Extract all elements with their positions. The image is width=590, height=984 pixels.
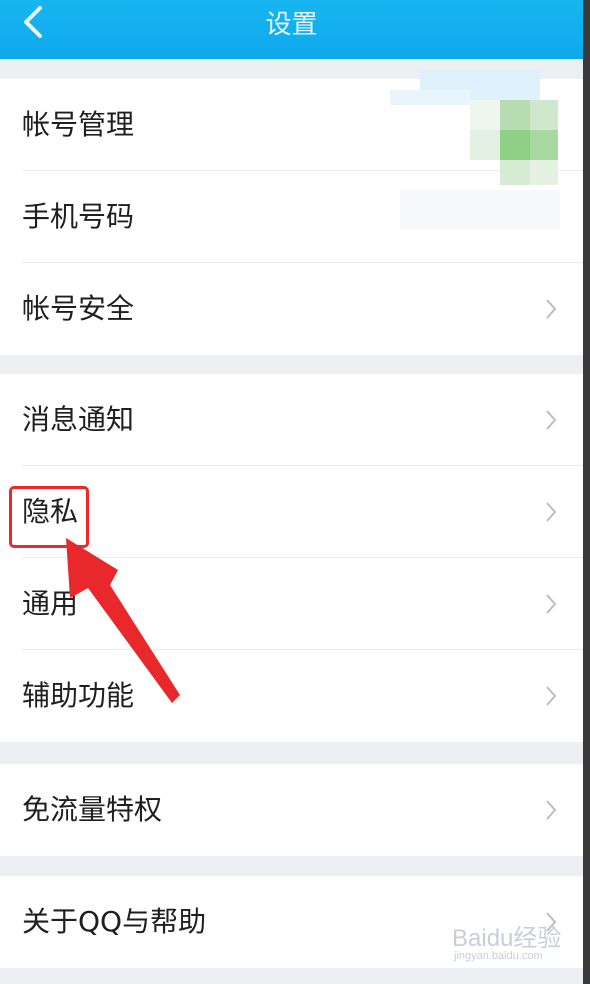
item-label: 手机号码 bbox=[22, 200, 135, 233]
account-security-item[interactable]: 帐号安全 bbox=[0, 263, 583, 355]
item-label: 免流量特权 bbox=[22, 793, 163, 826]
chevron-right-icon bbox=[546, 502, 557, 522]
watermark-brand: Baidu经验 bbox=[452, 925, 562, 952]
item-label: 通用 bbox=[22, 587, 79, 620]
item-label: 帐号安全 bbox=[22, 292, 135, 325]
page-title: 设置 bbox=[265, 10, 318, 40]
data-free-group: 免流量特权 bbox=[0, 764, 583, 856]
item-label: 消息通知 bbox=[22, 403, 135, 436]
settings-group: 消息通知 隐私 通用 辅助功能 bbox=[0, 374, 583, 742]
chevron-right-icon bbox=[546, 800, 557, 820]
data-free-privilege-item[interactable]: 免流量特权 bbox=[0, 764, 583, 856]
watermark-url: jingyan.baidu.com bbox=[454, 950, 543, 962]
nav-header: 设置 bbox=[0, 0, 583, 59]
chevron-right-icon bbox=[546, 594, 557, 614]
chevron-right-icon bbox=[546, 299, 557, 319]
chevron-right-icon bbox=[546, 410, 557, 430]
highlight-box bbox=[9, 486, 89, 548]
item-label: 关于QQ与帮助 bbox=[22, 905, 207, 938]
notifications-item[interactable]: 消息通知 bbox=[0, 374, 583, 466]
avatar bbox=[390, 70, 560, 230]
window-edge bbox=[583, 0, 590, 984]
watermark: Baidu经验 jingyan.baidu.com bbox=[452, 918, 562, 966]
item-label: 帐号管理 bbox=[22, 108, 135, 141]
accessibility-item[interactable]: 辅助功能 bbox=[0, 650, 583, 742]
general-item[interactable]: 通用 bbox=[0, 558, 583, 650]
item-label: 辅助功能 bbox=[22, 679, 135, 712]
chevron-right-icon bbox=[546, 686, 557, 706]
